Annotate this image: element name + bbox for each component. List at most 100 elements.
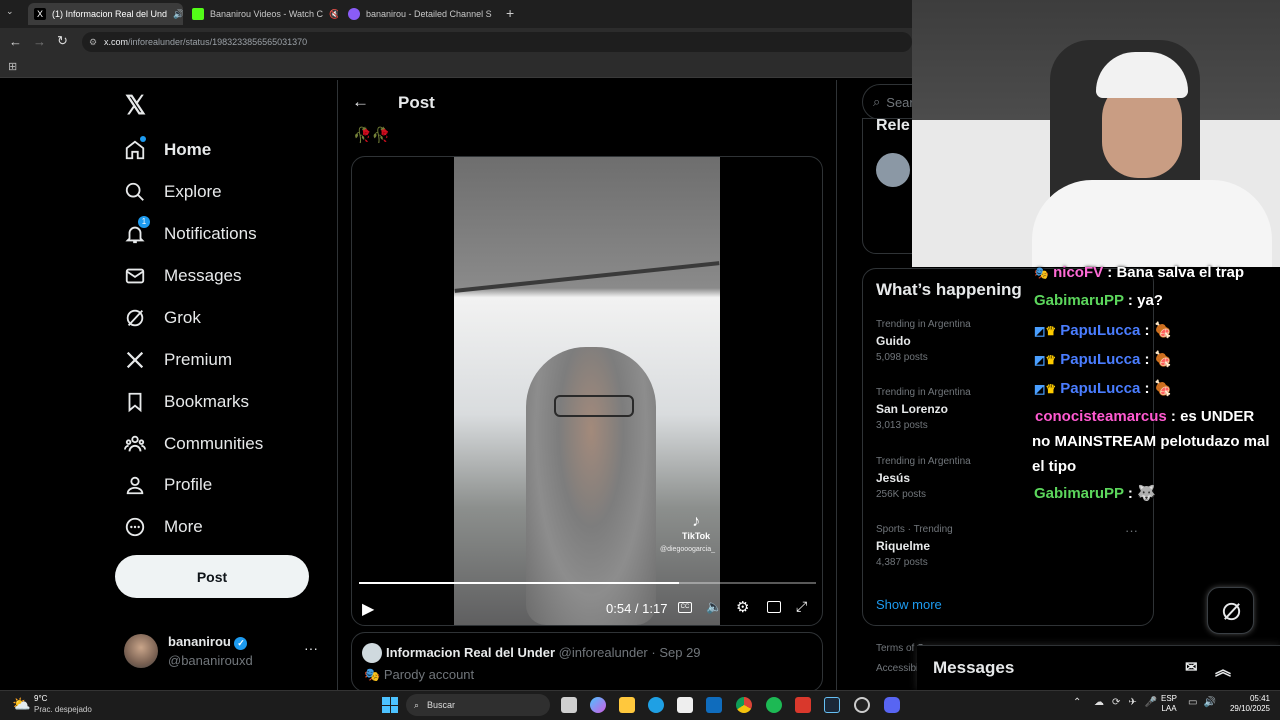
taskbar-search-input[interactable]: ⌕ Buscar	[406, 694, 550, 716]
trend-name: Guido	[876, 334, 911, 348]
file-explorer-icon[interactable]	[619, 697, 635, 713]
back-arrow-icon[interactable]: ←	[352, 92, 369, 112]
audio-icon[interactable]: 🔊	[173, 9, 183, 20]
tiktok-label: TikTok	[682, 531, 711, 541]
nav-notifications[interactable]: 1 Notifications	[124, 214, 257, 254]
clock[interactable]: 05:41 29/10/2025	[1218, 694, 1270, 714]
chat-message: conocisteamarcus : es UNDER no MAINSTREA…	[1032, 404, 1272, 479]
fullscreen-icon[interactable]: ⤢	[796, 598, 807, 615]
chrome-icon[interactable]	[736, 697, 752, 713]
system-tray-status[interactable]: ▭🔊	[1188, 697, 1222, 708]
back-icon[interactable]: ←	[9, 34, 22, 49]
nav-bookmarks[interactable]: Bookmarks	[124, 382, 249, 422]
site-info-icon[interactable]: ⚙	[89, 37, 97, 48]
discord-icon[interactable]	[884, 697, 900, 713]
nav-premium[interactable]: Premium	[124, 340, 232, 380]
apps-grid-icon[interactable]: ⊞	[8, 60, 17, 73]
trend-count: 5,098 posts	[876, 352, 928, 363]
address-bar[interactable]: ⚙ x.com/inforealunder/status/19832338565…	[82, 32, 912, 52]
volume-icon[interactable]: 🔈	[706, 599, 722, 615]
trend-item[interactable]: Trending in Argentina Guido 5,098 posts	[876, 319, 971, 363]
nav-more[interactable]: More	[124, 507, 203, 547]
nav-communities[interactable]: Communities	[124, 424, 263, 464]
copilot-icon[interactable]	[590, 697, 606, 713]
trend-item[interactable]: Trending in Argentina San Lorenzo 3,013 …	[876, 387, 971, 431]
chat-badge-icon: ◩	[1034, 324, 1046, 338]
messages-drawer[interactable]: Messages ✉ ︽	[917, 645, 1280, 690]
account-switcher[interactable]: bananirou ✓ @bananirouxd ···	[124, 632, 324, 672]
compose-post-button[interactable]: Post	[115, 555, 309, 598]
tray-icons[interactable]: ☁⟳✈🎤	[1094, 697, 1165, 708]
new-message-icon[interactable]: ✉	[1185, 658, 1198, 676]
play-icon[interactable]: ▶	[362, 599, 374, 619]
chat-username: PapuLucca	[1060, 380, 1141, 397]
outlook-icon[interactable]	[706, 697, 722, 713]
spotify-icon[interactable]	[766, 697, 782, 713]
crown-icon: ♛	[1045, 353, 1057, 367]
tab-search-button[interactable]: ⌄	[6, 6, 20, 20]
trend-category: Trending in Argentina	[876, 387, 971, 398]
people-icon	[124, 435, 146, 452]
trend-more-icon[interactable]: ···	[1125, 523, 1138, 538]
muted-icon[interactable]: 🔇	[329, 9, 338, 20]
tab-x-post[interactable]: X (1) Informacion Real del Und 🔊 ✕	[28, 3, 183, 25]
account-name: bananirou	[168, 634, 231, 649]
chat-badge-icon: ◩	[1034, 353, 1046, 367]
obs-icon[interactable]	[854, 697, 870, 713]
tray-chevron-icon[interactable]: ⌃	[1073, 697, 1081, 708]
account-menu-icon[interactable]: ···	[304, 640, 318, 656]
steam-icon[interactable]	[824, 697, 840, 713]
bookmark-icon	[128, 392, 142, 413]
nav-home[interactable]: Home	[124, 130, 211, 170]
nav-explore[interactable]: Explore	[124, 172, 222, 212]
settings-gear-icon[interactable]: ⚙	[736, 598, 749, 616]
video-frame[interactable]: ♪ TikTok @diegooogarcia_	[454, 157, 720, 625]
forward-icon[interactable]: →	[33, 34, 46, 49]
chat-username: conocisteamarcus	[1035, 408, 1167, 425]
task-view-icon[interactable]	[561, 697, 577, 713]
search-icon: ⌕	[873, 94, 881, 109]
weather-temp: 9°C	[34, 694, 48, 703]
captions-icon[interactable]: CC	[678, 602, 692, 613]
language-indicator[interactable]: ESP LAA	[1161, 694, 1177, 714]
trend-item[interactable]: Sports · Trending Riquelme 4,387 posts	[876, 524, 953, 568]
store-icon[interactable]	[677, 697, 693, 713]
reload-icon[interactable]: ↻	[57, 33, 68, 49]
app-icon[interactable]	[795, 697, 811, 713]
quoted-avatar	[362, 643, 382, 663]
grok-floating-button[interactable]	[1207, 587, 1254, 634]
mask-icon: 🎭	[364, 667, 381, 682]
nav-messages[interactable]: Messages	[124, 256, 241, 296]
search-placeholder: Sear	[886, 94, 914, 110]
glasses	[554, 395, 634, 417]
avatar[interactable]	[876, 153, 910, 187]
home-icon	[125, 140, 145, 160]
pip-icon[interactable]	[767, 601, 781, 613]
chat-text: : 🍖	[1140, 380, 1173, 397]
kick-favicon-icon	[192, 8, 204, 20]
tab-channel-stats[interactable]: bananirou - Detailed Channel S ✕	[342, 3, 497, 25]
tab-bananirou-videos[interactable]: Bananirou Videos - Watch C 🔇 ✕	[186, 3, 338, 25]
start-button[interactable]	[382, 697, 398, 713]
x-logo-icon[interactable]: 𝕏	[125, 90, 146, 121]
footer-link[interactable]: Accessibili	[876, 663, 923, 674]
trend-item[interactable]: Trending in Argentina Jesús 256K posts	[876, 456, 971, 500]
trend-category: Sports · Trending	[876, 524, 953, 535]
edge-icon[interactable]	[648, 697, 664, 713]
parody-label-row: 🎭 Parody account	[364, 667, 474, 683]
show-more-link[interactable]: Show more	[876, 597, 942, 612]
expand-drawer-icon[interactable]: ︽	[1215, 656, 1231, 680]
nav-grok[interactable]: Grok	[124, 298, 201, 338]
new-tab-button[interactable]: +	[506, 5, 514, 21]
chat-username: GabimaruPP	[1034, 292, 1124, 309]
nav-profile[interactable]: Profile	[124, 465, 212, 505]
x-logo-icon	[126, 351, 144, 369]
chat-text: : ya?	[1123, 292, 1163, 309]
tiktok-handle: @diegooogarcia_	[660, 546, 715, 553]
weather-widget[interactable]: ⛅ 9°C Prac. despejado	[10, 693, 120, 717]
trend-count: 256K posts	[876, 489, 927, 500]
whats-happening-title: What’s happening	[876, 280, 1022, 299]
quoted-post-card[interactable]: Informacion Real del Under @inforealunde…	[351, 632, 823, 692]
chat-message: GabimaruPP : ya?	[1034, 292, 1163, 309]
trend-count: 3,013 posts	[876, 420, 928, 431]
